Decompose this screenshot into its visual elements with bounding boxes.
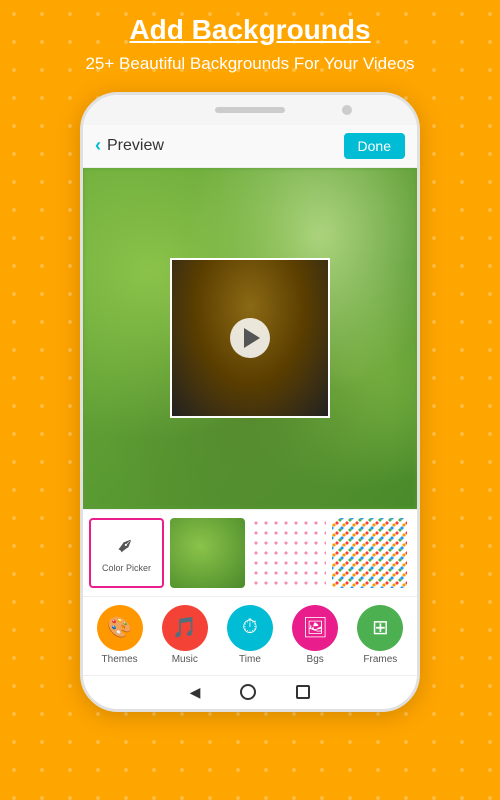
thumb-green-nature[interactable]: [170, 518, 245, 588]
thumb-multi-dots[interactable]: [332, 518, 407, 588]
play-triangle: [244, 328, 260, 348]
back-icon[interactable]: ‹: [95, 135, 101, 156]
video-area: [83, 168, 417, 509]
preview-label: Preview: [107, 137, 164, 155]
music-label: Music: [172, 654, 198, 665]
themes-label: Themes: [102, 654, 138, 665]
phone-camera: [342, 105, 352, 115]
app-header: ‹ Preview Done: [83, 125, 417, 168]
time-icon-circle: ⏱: [227, 605, 273, 651]
nav-item-bgs[interactable]: 🖼 Bgs: [292, 605, 338, 665]
eyedropper-icon: ✒: [111, 530, 142, 561]
frames-label: Frames: [363, 654, 397, 665]
android-home-icon[interactable]: [240, 684, 256, 700]
android-back-icon[interactable]: ◀: [190, 684, 201, 701]
page-title: Add Backgrounds: [20, 14, 480, 46]
page-subtitle: 25+ Beautiful Backgrounds For Your Video…: [20, 52, 480, 76]
bottom-nav: 🎨 Themes 🎵 Music ⏱ Time 🖼 Bgs ⊞ Frames: [83, 596, 417, 675]
app-header-left: ‹ Preview: [95, 135, 164, 156]
phone-speaker: [215, 107, 285, 113]
phone-bottom-bar: ◀: [83, 675, 417, 709]
nav-item-time[interactable]: ⏱ Time: [227, 605, 273, 665]
thumbnails-strip: ✒ Color Picker: [83, 509, 417, 596]
phone-mockup: ‹ Preview Done ✒ Color Picker: [0, 92, 500, 712]
phone-top-bar: [83, 95, 417, 125]
thumb-color-picker-label: Color Picker: [102, 563, 151, 573]
time-label: Time: [239, 654, 261, 665]
frames-icon-circle: ⊞: [357, 605, 403, 651]
done-button[interactable]: Done: [344, 133, 405, 159]
nav-item-frames[interactable]: ⊞ Frames: [357, 605, 403, 665]
play-icon[interactable]: [230, 318, 270, 358]
themes-icon-circle: 🎨: [97, 605, 143, 651]
nav-item-themes[interactable]: 🎨 Themes: [97, 605, 143, 665]
nav-item-music[interactable]: 🎵 Music: [162, 605, 208, 665]
thumb-color-picker[interactable]: ✒ Color Picker: [89, 518, 164, 588]
video-person: [172, 260, 328, 416]
phone-frame: ‹ Preview Done ✒ Color Picker: [80, 92, 420, 712]
bgs-icon-circle: 🖼: [292, 605, 338, 651]
music-icon-circle: 🎵: [162, 605, 208, 651]
video-thumbnail[interactable]: [170, 258, 330, 418]
thumb-pink-dots[interactable]: [251, 518, 326, 588]
bgs-label: Bgs: [307, 654, 324, 665]
android-recents-icon[interactable]: [296, 685, 310, 699]
page-header: Add Backgrounds 25+ Beautiful Background…: [0, 0, 500, 82]
